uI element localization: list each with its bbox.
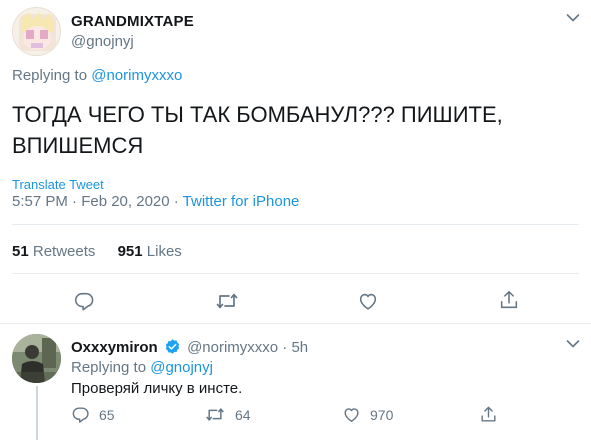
share-icon[interactable] [498,289,520,311]
reply-action-reply[interactable]: 65 [71,405,115,424]
divider [12,273,579,274]
retweets-stat[interactable]: 51 Retweets [12,243,100,260]
chevron-down-icon[interactable] [566,339,580,349]
reply-reply-count: 65 [99,406,115,423]
divider [0,323,591,324]
tweet-author-handle[interactable]: @gnojnyj [71,33,134,50]
tweet-text: ТОГДА ЧЕГО ТЫ ТАК БОМБАНУЛ??? ПИШИТЕ, ВП… [12,99,503,161]
replying-to: Replying to @norimyxxxo [12,67,182,84]
reply-replying-to-label: Replying to [71,359,147,376]
reply-icon[interactable] [71,405,90,424]
reply-like-count: 970 [370,406,394,423]
reply-retweet-count: 64 [235,406,251,423]
tweet-timestamp: 5:57 PM · Feb 20, 2020 · Twitter for iPh… [12,193,299,210]
avatar-oxxxymiron[interactable] [12,334,61,383]
replying-to-handle-link[interactable]: @norimyxxxo [91,67,182,84]
thread-line [36,386,38,440]
like-icon[interactable] [357,290,379,312]
replying-to-label: Replying to [12,67,88,84]
retweet-icon[interactable] [215,290,239,312]
divider [12,224,579,225]
likes-label: Likes [146,243,182,260]
reply-handle-time[interactable]: @norimyxxxo · 5h [187,339,308,356]
reply-author-name[interactable]: Oxxxymiron [71,339,158,356]
likes-count: 951 [117,243,143,260]
reply-replying-to: Replying to @gnojnyj [71,359,213,376]
tweet-text-line1: ТОГДА ЧЕГО ТЫ ТАК БОМБАНУЛ??? ПИШИТЕ, [12,102,503,127]
reply-replying-to-handle-link[interactable]: @gnojnyj [150,359,213,376]
reply-header: Oxxxymiron @norimyxxxo · 5h [71,338,308,356]
verified-badge-icon [164,338,181,355]
tweet-stats: 51 Retweets 951 Likes [12,243,182,260]
tweet-source-link[interactable]: Twitter for iPhone [183,193,300,210]
retweet-icon[interactable] [205,405,225,424]
tweet-time-date[interactable]: 5:57 PM · Feb 20, 2020 · [12,193,183,210]
tweet-author-name[interactable]: GRANDMIXTAPE [71,13,194,30]
like-icon[interactable] [342,405,361,424]
reply-action-retweet[interactable]: 64 [205,405,251,424]
share-icon[interactable] [479,405,498,424]
retweets-count: 51 [12,243,29,260]
avatar-grandmixtape[interactable] [12,7,61,56]
retweets-label: Retweets [32,243,96,260]
translate-tweet-link[interactable]: Translate Tweet [12,177,104,192]
reply-action-like[interactable]: 970 [342,405,393,424]
chevron-down-icon[interactable] [566,13,580,23]
tweet-text-line2: ВПИШЕМСЯ [12,133,144,158]
reply-text: Проверяй личку в инсте. [71,380,243,397]
reply-icon[interactable] [73,290,95,312]
likes-stat[interactable]: 951 Likes [118,243,182,260]
